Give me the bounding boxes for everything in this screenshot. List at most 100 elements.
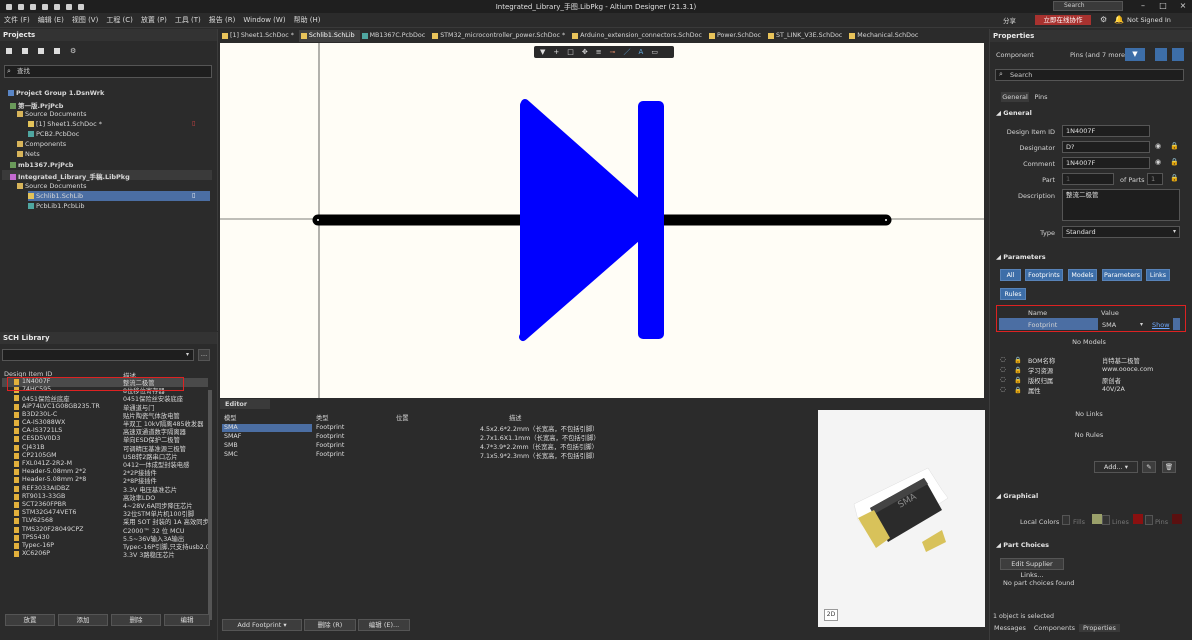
add-parameter-button[interactable]: Add... ▾: [1094, 461, 1138, 473]
user-signin[interactable]: Not Signed In: [1127, 16, 1171, 24]
line-icon[interactable]: ／: [624, 47, 631, 57]
tab-sheet1[interactable]: [1] Sheet1.SchDoc *: [220, 30, 299, 42]
list-item[interactable]: XC6206P 3.3V 3路稳压芯片: [4, 550, 209, 558]
tree-source-docs-1[interactable]: Source Documents: [17, 110, 86, 118]
tab-messages[interactable]: Messages: [990, 624, 1030, 632]
menu-edit[interactable]: 编辑 (E): [34, 13, 68, 28]
gear-icon[interactable]: ⚙: [1100, 15, 1107, 24]
col-desc[interactable]: 描述: [509, 413, 522, 422]
trash-icon[interactable]: 🗑: [1162, 461, 1176, 473]
list-item[interactable]: RT9013-33GB 高效率LDO: [4, 493, 209, 501]
bell-icon[interactable]: 🔔: [1114, 15, 1124, 24]
parameter-row[interactable]: ◌ 🔒 版权归属 原创者: [998, 376, 1184, 385]
filter-all-button[interactable]: All: [1000, 269, 1021, 281]
menu-file[interactable]: 文件 (F): [0, 13, 34, 28]
tree-project-group[interactable]: Project Group 1.DsnWrk: [8, 89, 104, 97]
close-button[interactable]: ×: [1176, 1, 1190, 12]
folder-icon[interactable]: [42, 3, 48, 10]
fills-checkbox[interactable]: [1062, 515, 1070, 525]
list-item[interactable]: TLV62568 采用 SOT 封装的 1A 高效同步: [4, 517, 209, 526]
plus-icon[interactable]: +: [553, 48, 559, 56]
add-footprint-button[interactable]: Add Footprint ▾: [222, 619, 302, 631]
list-item[interactable]: CESD5V0D3 单向ESD保护二极管: [4, 435, 209, 444]
tab-stlink[interactable]: ST_LINK_V3E.SchDoc: [766, 30, 847, 42]
diode-anode-triangle[interactable]: [519, 99, 661, 341]
list-item[interactable]: TMS320F28049CPZ C2000™ 32 位 MCU: [4, 526, 209, 534]
dropdown-icon[interactable]: [78, 3, 84, 10]
tab-schlib1[interactable]: Schlib1.SchLib: [298, 30, 360, 42]
compile-icon[interactable]: [54, 48, 60, 54]
filter-footprints-button[interactable]: Footprints: [1025, 269, 1063, 281]
table-row[interactable]: SMA Footprint 4.5x2.6*2.2mm（长宽高，不包括引脚）: [222, 424, 816, 433]
tree-nets[interactable]: Nets: [17, 150, 40, 158]
delete-button[interactable]: 删除: [111, 614, 161, 626]
menu-view[interactable]: 视图 (V): [68, 13, 102, 28]
part-select[interactable]: 1: [1062, 173, 1114, 185]
menu-help[interactable]: 帮助 (H): [290, 13, 325, 28]
list-item[interactable]: TPS5430 5.5~36V输入3A输出: [4, 534, 209, 542]
visibility-icon[interactable]: ◌: [1000, 366, 1006, 373]
undo-icon[interactable]: [54, 3, 60, 10]
lines-checkbox[interactable]: [1102, 515, 1110, 525]
tree-project-1[interactable]: 第一版.PrjPcb: [10, 100, 63, 110]
col-type[interactable]: 类型: [316, 413, 329, 422]
maximize-button[interactable]: □: [1156, 1, 1170, 12]
type-select[interactable]: Standard: [1062, 226, 1180, 238]
list-item[interactable]: CA-IS3721LS 高速双通道数字隔离器: [4, 427, 209, 435]
place-button[interactable]: 放置: [5, 614, 55, 626]
description-input[interactable]: 整流二极管: [1062, 189, 1180, 221]
lock-icon[interactable]: 🔒: [1170, 142, 1179, 150]
parameter-row[interactable]: ◌ 🔒 BOM名称 肖特基二极管: [998, 356, 1184, 365]
library-filter-input[interactable]: [2, 349, 194, 361]
save-project-icon[interactable]: [22, 48, 28, 54]
align-icon[interactable]: ≡: [596, 48, 602, 56]
filter-links-button[interactable]: Links: [1146, 269, 1170, 281]
tab-stm32-power[interactable]: STM32_microcontroller_power.SchDoc *: [430, 30, 570, 42]
edit-model-button[interactable]: 编辑 (E)...: [358, 619, 410, 631]
col-location[interactable]: 位置: [396, 413, 409, 422]
lock-icon[interactable]: 🔒: [1170, 174, 1179, 182]
edit-button[interactable]: 编辑: [164, 614, 210, 626]
projects-search-input[interactable]: 查找: [4, 65, 212, 78]
tab-power[interactable]: Power.SchDoc: [707, 30, 766, 42]
eye-icon[interactable]: ◉: [1155, 142, 1161, 150]
tab-mechanical[interactable]: Mechanical.SchDoc: [847, 30, 923, 42]
select-mode-icon[interactable]: [1155, 48, 1167, 61]
parameter-row[interactable]: ◌ 🔒 属性 40V/2A: [998, 386, 1184, 395]
designator-input[interactable]: D?: [1062, 141, 1150, 153]
visibility-icon[interactable]: ◌: [1000, 376, 1006, 383]
list-item[interactable]: 0451保险丝底座 0451保险丝安装底座: [4, 394, 209, 403]
new-icon[interactable]: [6, 48, 12, 54]
schematic-canvas[interactable]: [220, 43, 984, 398]
list-item[interactable]: AiP74LVC1G08GB235.TR 单通道与门: [4, 403, 209, 411]
more-button[interactable]: …: [198, 349, 210, 361]
list-item[interactable]: REF3033AIDBZ 3.3V 电压基准芯片: [4, 485, 209, 493]
tree-source-docs-2[interactable]: Source Documents: [17, 182, 86, 190]
lock-icon[interactable]: 🔒: [1014, 366, 1022, 374]
view-2d-button[interactable]: 2D: [824, 609, 838, 621]
shape-icon[interactable]: ▭: [651, 48, 658, 56]
lock-icon[interactable]: 🔒: [1014, 356, 1022, 364]
filter-models-button[interactable]: Models: [1068, 269, 1097, 281]
filter-icon[interactable]: ▼: [540, 48, 545, 56]
tree-components[interactable]: Components: [17, 140, 66, 148]
remove-button[interactable]: 删除 (R): [304, 619, 356, 631]
fill-color-swatch[interactable]: [1092, 514, 1102, 524]
section-general[interactable]: ◢ General: [996, 109, 1032, 117]
text-icon[interactable]: A: [639, 48, 644, 56]
tab-components[interactable]: Components: [1030, 624, 1079, 632]
table-row[interactable]: SMB Footprint 4.7*3.9*2.2mm（长宽高，不包括引脚）: [222, 442, 816, 451]
tab-pins[interactable]: Pins: [1031, 92, 1051, 102]
comment-input[interactable]: 1N4007F: [1062, 157, 1150, 169]
line-color-swatch[interactable]: [1133, 514, 1143, 524]
diode-cathode-bar[interactable]: [638, 101, 664, 339]
select-rect-icon[interactable]: □: [567, 48, 574, 56]
share-button[interactable]: 分享: [1003, 15, 1016, 25]
table-row[interactable]: SMAF Footprint 2.7x1.6X1.1mm（长宽高，不包括引脚）: [222, 433, 816, 442]
tab-properties[interactable]: Properties: [1079, 624, 1120, 632]
list-item[interactable]: CP2105GM USB转2路串口芯片: [4, 452, 209, 460]
lock-icon[interactable]: 🔒: [1014, 376, 1022, 384]
chevron-down-icon[interactable]: ▾: [186, 351, 189, 358]
edit-supplier-links-button[interactable]: Edit Supplier Links...: [1000, 558, 1064, 579]
list-item[interactable]: STM32G474VET6 32位STM单片机100引脚: [4, 509, 209, 517]
